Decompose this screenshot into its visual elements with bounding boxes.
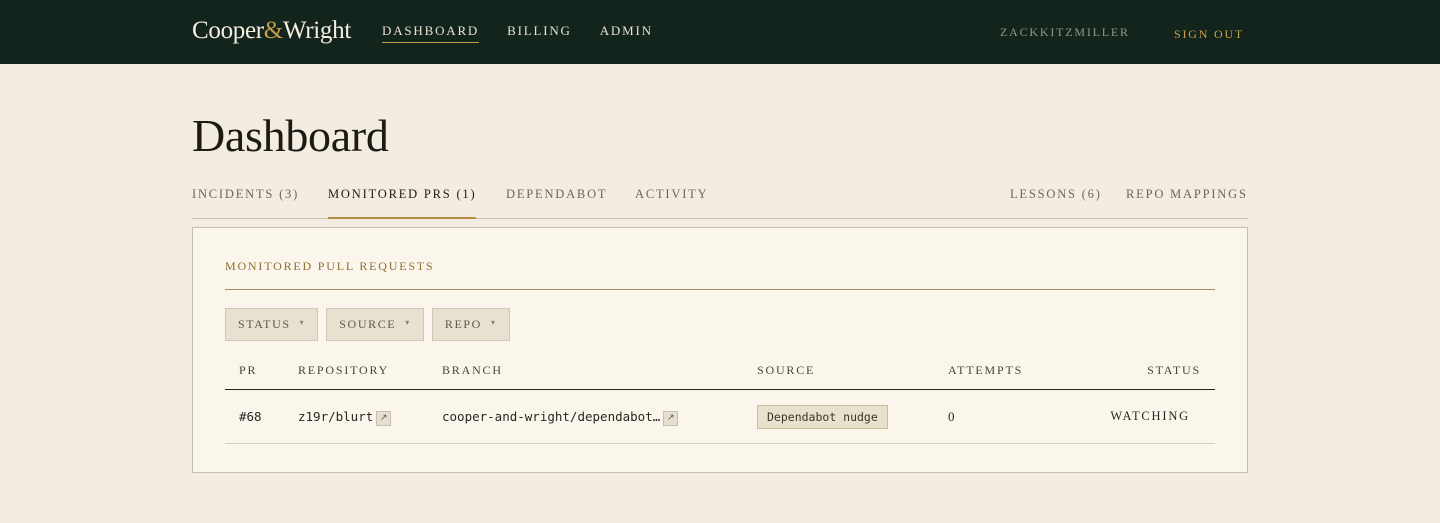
pr-number[interactable]: #68 (239, 409, 262, 424)
external-link-icon[interactable]: ↗ (376, 411, 392, 426)
source-filter-label: SOURCE (339, 317, 397, 331)
tab-activity[interactable]: ACTIVITY (635, 187, 708, 219)
user-name[interactable]: ZACKKITZMILLER (1000, 25, 1130, 40)
column-header-repository[interactable]: REPOSITORY (298, 363, 389, 378)
status-filter-label: STATUS (238, 317, 291, 331)
panel-divider (225, 289, 1215, 290)
tab-monitored-prs[interactable]: MONITORED PRS (1) (328, 187, 477, 219)
column-header-attempts[interactable]: ATTEMPTS (948, 363, 1023, 378)
monitored-prs-panel: MONITORED PULL REQUESTS STATUS ▾ SOURCE … (192, 227, 1248, 473)
brand-name-right: Wright (282, 17, 351, 44)
branch-cell: cooper-and-wright/dependabot… ↗ (442, 409, 679, 426)
chevron-down-icon: ▾ (299, 318, 306, 327)
tab-repo-mappings[interactable]: REPO MAPPINGS (1126, 187, 1248, 219)
source-badge: Dependabot nudge (757, 405, 888, 429)
tab-incidents[interactable]: INCIDENTS (3) (192, 187, 299, 219)
source-filter[interactable]: SOURCE ▾ (326, 308, 424, 341)
main-nav: DASHBOARD BILLING ADMIN (382, 23, 653, 43)
brand-name-left: Cooper (192, 17, 264, 44)
chevron-down-icon: ▾ (405, 318, 411, 327)
column-header-pr[interactable]: PR (239, 363, 257, 378)
chevron-down-icon: ▾ (490, 318, 497, 327)
branch-link[interactable]: cooper-and-wright/dependabot… (442, 409, 660, 424)
attempts-value: 0 (948, 409, 955, 424)
dashboard-tabs: INCIDENTS (3) MONITORED PRS (1) DEPENDAB… (192, 185, 1248, 219)
sign-out-link[interactable]: SIGN OUT (1174, 27, 1244, 42)
repository-cell: z19r/blurt ↗ (298, 409, 392, 426)
column-header-source[interactable]: SOURCE (757, 363, 815, 378)
tab-dependabot[interactable]: DEPENDABOT (506, 187, 607, 219)
top-navbar: Cooper&Wright DASHBOARD BILLING ADMIN ZA… (0, 0, 1440, 64)
status-badge: WATCHING (1110, 409, 1190, 423)
external-link-icon[interactable]: ↗ (663, 411, 679, 426)
nav-admin[interactable]: ADMIN (600, 23, 653, 43)
brand-ampersand: & (263, 17, 283, 44)
column-header-branch[interactable]: BRANCH (442, 363, 503, 378)
nav-billing[interactable]: BILLING (507, 23, 572, 43)
repository-link[interactable]: z19r/blurt (298, 409, 373, 424)
status-filter[interactable]: STATUS ▾ (225, 308, 319, 341)
table-header: PR REPOSITORY BRANCH SOURCE ATTEMPTS STA… (225, 358, 1215, 390)
tab-lessons[interactable]: LESSONS (6) (1010, 187, 1102, 219)
repo-filter-label: REPO (444, 317, 482, 331)
column-header-status[interactable]: STATUS (1147, 363, 1201, 378)
table-row[interactable]: #68 z19r/blurt ↗ cooper-and-wright/depend… (225, 390, 1215, 444)
filter-bar: STATUS ▾ SOURCE ▾ REPO ▾ (225, 308, 510, 341)
page-title: Dashboard (192, 110, 389, 161)
brand-logo[interactable]: Cooper&Wright (192, 17, 351, 45)
repo-filter[interactable]: REPO ▾ (431, 308, 510, 341)
nav-dashboard[interactable]: DASHBOARD (382, 23, 480, 43)
panel-title: MONITORED PULL REQUESTS (225, 259, 435, 273)
